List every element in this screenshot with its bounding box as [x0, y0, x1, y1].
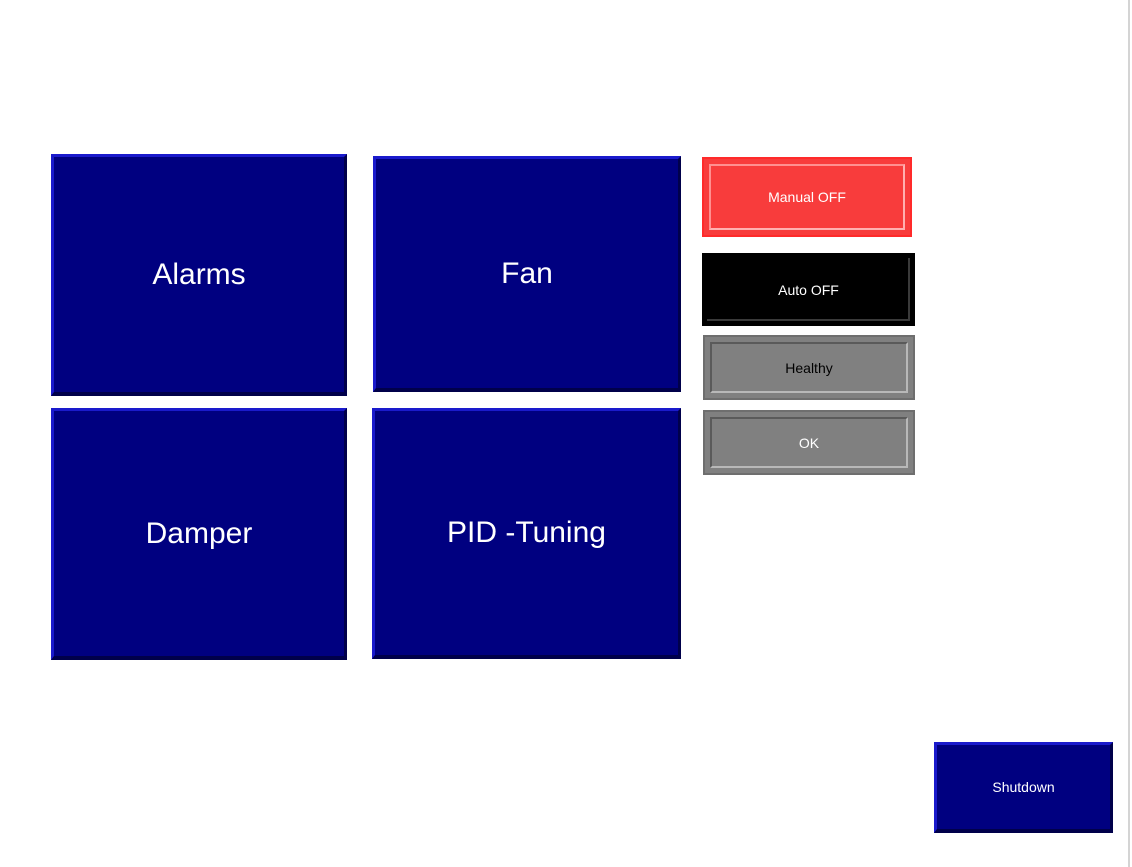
manual-off-indicator[interactable]: Manual OFF [702, 157, 912, 237]
pid-tuning-button-label: PID -Tuning [447, 516, 606, 549]
healthy-indicator[interactable]: Healthy [703, 335, 915, 400]
right-edge-divider [1128, 0, 1130, 867]
alarms-button-label: Alarms [152, 257, 246, 291]
shutdown-button[interactable]: Shutdown [934, 742, 1113, 833]
fan-button-label: Fan [501, 256, 553, 290]
auto-off-indicator[interactable]: Auto OFF [702, 253, 915, 326]
auto-off-label: Auto OFF [778, 281, 839, 298]
ok-indicator[interactable]: OK [703, 410, 915, 475]
alarms-button[interactable]: Alarms [51, 154, 347, 396]
shutdown-button-label: Shutdown [992, 779, 1055, 795]
fan-button[interactable]: Fan [373, 156, 681, 392]
ok-label: OK [798, 434, 820, 451]
pid-tuning-button[interactable]: PID -Tuning [372, 408, 681, 659]
manual-off-label: Manual OFF [768, 189, 846, 205]
damper-button[interactable]: Damper [51, 408, 347, 660]
damper-button-label: Damper [145, 516, 253, 550]
healthy-label: Healthy [785, 359, 833, 376]
